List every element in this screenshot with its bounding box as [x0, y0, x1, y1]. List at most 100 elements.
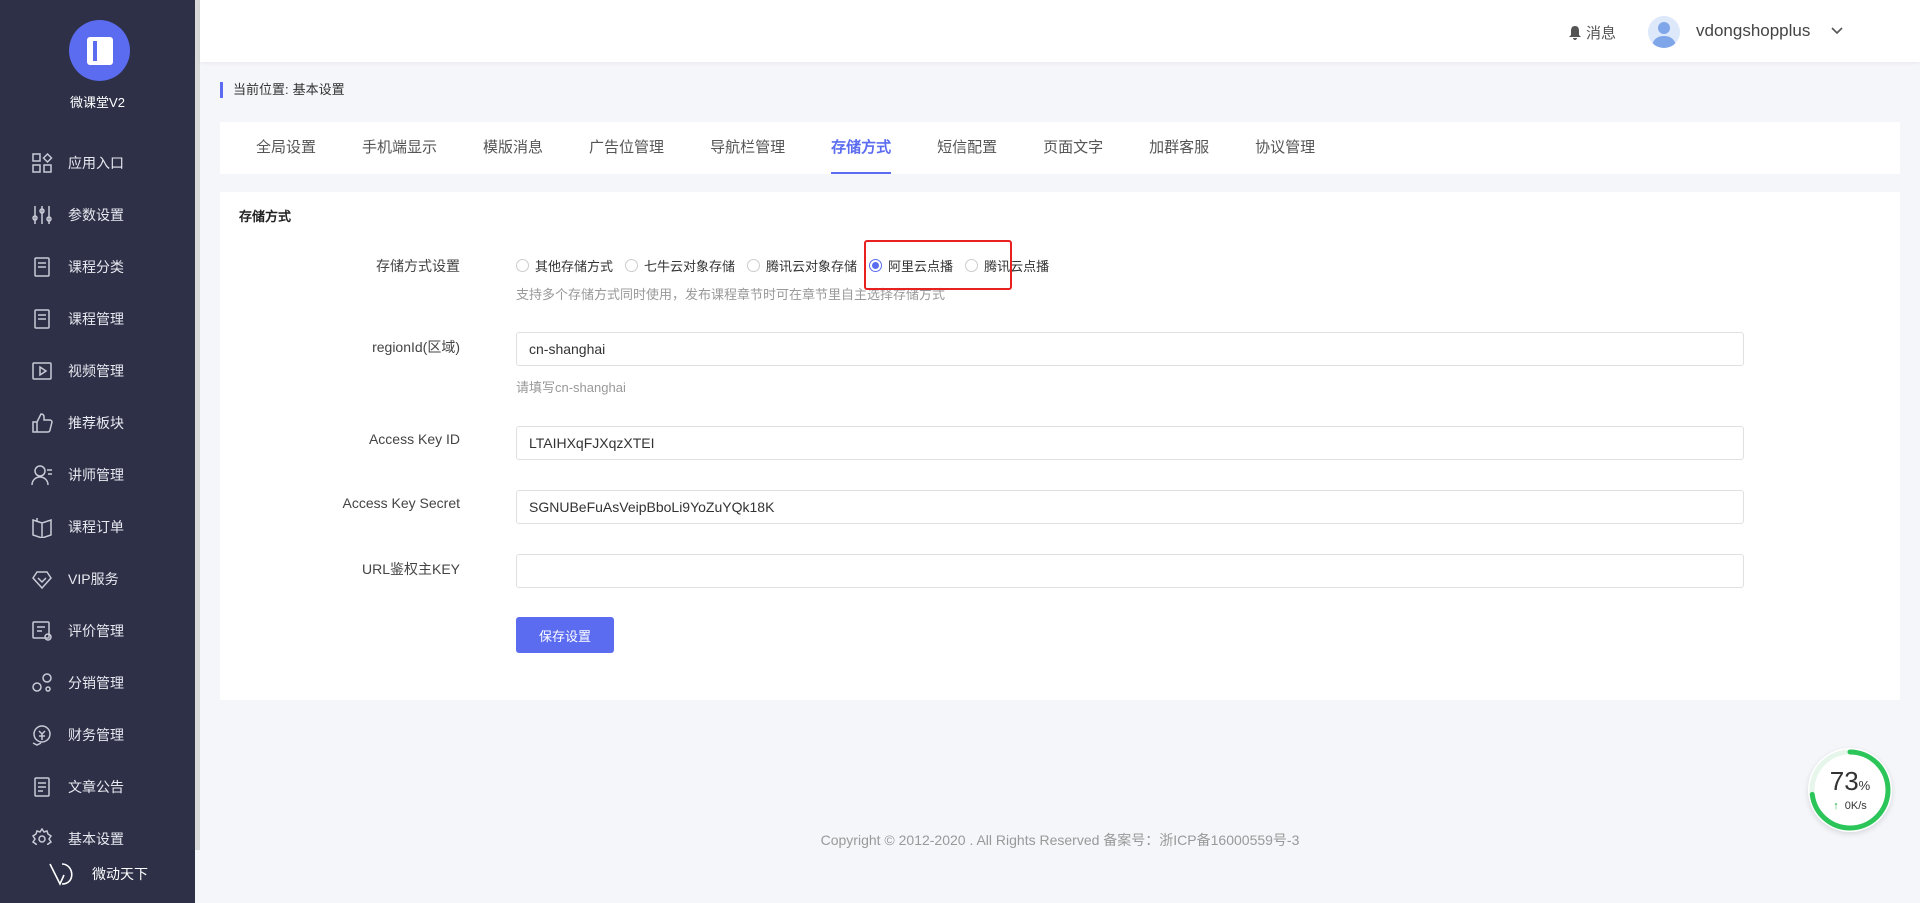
- radio-dot: [747, 259, 761, 272]
- sidebar-item-distribution[interactable]: 分销管理: [0, 657, 195, 709]
- save-settings-button[interactable]: 保存设置: [516, 617, 614, 653]
- radio-label: 其他存储方式: [535, 259, 614, 274]
- radio-other-storage[interactable]: 其他存储方式: [516, 256, 613, 275]
- book-icon: [31, 516, 53, 539]
- storage-hint: 支持多个存储方式同时使用，发布课程章节时可在章节里自主选择存储方式: [516, 287, 946, 302]
- radio-dot: [516, 259, 529, 272]
- url-auth-key-label: URL鉴权主KEY: [361, 561, 460, 577]
- speed-rate: ↑ 0K/s: [1808, 800, 1892, 812]
- radio-label: 七牛云对象存储: [644, 259, 736, 274]
- top-header: 消息 vdongshopplus: [200, 0, 1920, 62]
- app-name: 微课堂V2: [70, 95, 125, 110]
- messages-button[interactable]: 消息: [1568, 22, 1616, 43]
- sidebar-item-teacher[interactable]: 讲师管理: [0, 449, 195, 501]
- diamond-icon: [31, 568, 53, 590]
- access-key-secret-input[interactable]: [516, 490, 1744, 524]
- radio-tencent-cos[interactable]: 腾讯云对象存储: [747, 256, 857, 275]
- money-icon: [31, 724, 53, 746]
- user-icon: [31, 464, 53, 486]
- card-title: 存储方式: [239, 209, 292, 224]
- sidebar-item-label: 财务管理: [68, 727, 124, 743]
- tab-navbar[interactable]: 导航栏管理: [710, 122, 785, 174]
- sidebar-nav: 应用入口 参数设置 课程分类 课程管理 视频管理 推荐板块 讲师管理 课程订单: [0, 137, 195, 865]
- access-key-secret-label: Access Key Secret: [342, 495, 461, 511]
- sidebar: 微课堂V2 应用入口 参数设置 课程分类 课程管理 视频管理 推荐板块 讲师管理: [0, 0, 195, 903]
- document-icon: [31, 308, 53, 330]
- radio-aliyun-vod[interactable]: 阿里云点播: [869, 256, 953, 275]
- storage-method-radio-group: 其他存储方式 七牛云对象存储 腾讯云对象存储 阿里云点播 腾讯云点播: [516, 256, 1061, 275]
- radio-label: 腾讯云对象存储: [766, 259, 858, 274]
- radio-tencent-vod[interactable]: 腾讯云点播: [965, 256, 1049, 275]
- sidebar-item-params[interactable]: 参数设置: [0, 189, 195, 241]
- sidebar-item-articles[interactable]: 文章公告: [0, 761, 195, 813]
- sidebar-item-label: 分销管理: [68, 675, 124, 691]
- sidebar-item-finance[interactable]: 财务管理: [0, 709, 195, 761]
- storage-settings-card: 存储方式 存储方式设置 其他存储方式 七牛云对象存储 腾讯云对象存储 阿里云点播…: [220, 192, 1900, 700]
- apps-icon: [31, 152, 53, 174]
- region-hint: 请填写cn-shanghai: [516, 380, 626, 395]
- network-speed-widget[interactable]: 73% ↑ 0K/s: [1808, 748, 1892, 832]
- video-icon: [31, 360, 53, 382]
- sidebar-item-recommend[interactable]: 推荐板块: [0, 397, 195, 449]
- share-icon: [31, 672, 53, 694]
- speed-percent-value: 73: [1829, 766, 1859, 796]
- sidebar-item-label: 课程分类: [68, 259, 124, 275]
- thumbs-up-icon: [31, 412, 53, 434]
- sidebar-item-label: 参数设置: [68, 207, 124, 223]
- sidebar-item-reviews[interactable]: 评价管理: [0, 605, 195, 657]
- sidebar-item-label: 应用入口: [68, 155, 124, 171]
- chevron-down-icon[interactable]: [1830, 24, 1844, 38]
- region-input[interactable]: [516, 332, 1744, 366]
- sidebar-scrollbar[interactable]: [195, 0, 200, 850]
- app-logo: [69, 20, 130, 81]
- radio-dot: [869, 259, 883, 272]
- sidebar-item-label: 视频管理: [68, 363, 124, 379]
- access-key-id-label: Access Key ID: [368, 431, 460, 447]
- tab-template-messages[interactable]: 模版消息: [483, 122, 543, 174]
- radio-label: 腾讯云点播: [984, 259, 1050, 274]
- radio-label: 阿里云点播: [888, 259, 954, 274]
- storage-method-label: 存储方式设置: [376, 258, 460, 274]
- speed-percent-unit: %: [1858, 778, 1871, 793]
- tab-group-service[interactable]: 加群客服: [1149, 122, 1209, 174]
- sidebar-item-label: 推荐板块: [68, 415, 124, 431]
- tab-mobile-display[interactable]: 手机端显示: [362, 122, 437, 174]
- user-avatar-icon: [1652, 22, 1676, 48]
- comment-icon: [31, 620, 53, 642]
- sidebar-item-vip[interactable]: VIP服务: [0, 553, 195, 605]
- brand-name: 微动天下: [92, 866, 148, 882]
- settings-tabs: 全局设置 手机端显示 模版消息 广告位管理 导航栏管理 存储方式 短信配置 页面…: [220, 122, 1900, 174]
- url-auth-key-input[interactable]: [516, 554, 1744, 588]
- sidebar-item-app-entry[interactable]: 应用入口: [0, 137, 195, 189]
- tab-agreements[interactable]: 协议管理: [1255, 122, 1315, 174]
- radio-dot: [625, 259, 639, 272]
- sidebar-item-orders[interactable]: 课程订单: [0, 501, 195, 553]
- sidebar-item-label: 评价管理: [68, 623, 124, 639]
- tab-sms[interactable]: 短信配置: [937, 122, 997, 174]
- document-icon: [31, 256, 53, 278]
- sidebar-item-course-manage[interactable]: 课程管理: [0, 293, 195, 345]
- access-key-id-input[interactable]: [516, 426, 1744, 460]
- breadcrumb: 当前位置: 基本设置: [220, 82, 349, 98]
- sidebar-item-label: 课程管理: [68, 311, 124, 327]
- radio-dot: [965, 259, 979, 272]
- bell-icon: [1569, 26, 1581, 40]
- sidebar-item-label: VIP服务: [68, 571, 119, 587]
- sidebar-item-video-manage[interactable]: 视频管理: [0, 345, 195, 397]
- avatar[interactable]: [1648, 16, 1680, 48]
- sidebar-item-label: 文章公告: [68, 779, 124, 795]
- radio-qiniu-storage[interactable]: 七牛云对象存储: [625, 256, 735, 275]
- tab-ad-slots[interactable]: 广告位管理: [589, 122, 664, 174]
- brand-logo-icon: [49, 863, 73, 886]
- footer-copyright: Copyright © 2012-2020 . All Rights Reser…: [820, 832, 1300, 848]
- breadcrumb-prefix: 当前位置:: [233, 82, 289, 97]
- sidebar-item-label: 课程订单: [68, 519, 124, 535]
- tab-page-text[interactable]: 页面文字: [1043, 122, 1103, 174]
- user-name[interactable]: vdongshopplus: [1696, 21, 1810, 41]
- tab-storage[interactable]: 存储方式: [831, 122, 892, 174]
- book-logo-icon: [86, 36, 113, 65]
- speed-percent: 73%: [1808, 766, 1892, 797]
- tab-global-settings[interactable]: 全局设置: [256, 122, 316, 174]
- sidebar-item-label: 讲师管理: [68, 467, 124, 483]
- sidebar-item-course-category[interactable]: 课程分类: [0, 241, 195, 293]
